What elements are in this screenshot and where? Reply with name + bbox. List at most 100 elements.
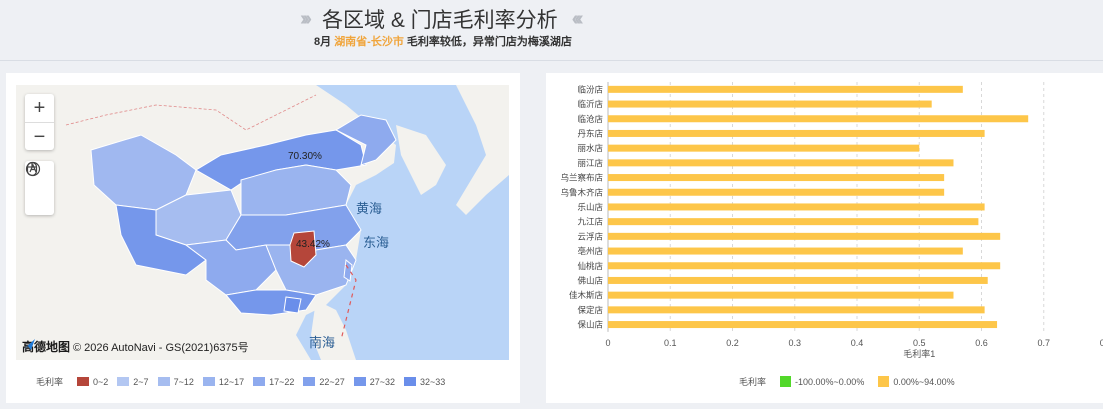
legend-label: 12~17	[218, 376, 245, 387]
legend-label: 7~12	[173, 376, 194, 387]
x-tick-label: 0	[605, 338, 610, 348]
bar[interactable]	[608, 306, 985, 314]
x-tick-label: 0.3	[788, 338, 801, 348]
bar-legend: 毛利率 -100.00%~0.00% 0.00%~94.00%	[739, 375, 964, 388]
y-tick-label: 保山店	[577, 320, 603, 330]
attribution-text: © 2026 AutoNavi - GS(2021)6375号	[73, 341, 249, 354]
sea-islands-land	[311, 300, 356, 360]
amap-logo-icon	[23, 339, 35, 350]
bar[interactable]	[608, 247, 963, 255]
bar-chart-panel: 00.10.20.30.40.50.60.70.8临汾店临沂店临沧店丹东店丽水店…	[546, 73, 1103, 403]
x-tick-label: 0.4	[851, 338, 864, 348]
y-tick-label: 佳木斯店	[569, 290, 604, 300]
map-legend-item[interactable]: 22~27	[303, 376, 345, 387]
legend-label: 22~27	[319, 376, 345, 387]
y-tick-label: 乐山店	[577, 202, 603, 212]
bar[interactable]	[608, 159, 954, 167]
province-hainan[interactable]	[283, 296, 302, 314]
bar[interactable]	[608, 174, 945, 182]
zoom-control: + −	[25, 94, 54, 150]
y-tick-label: 乌鲁木齐店	[560, 187, 603, 197]
bar[interactable]	[608, 100, 932, 108]
bar[interactable]	[608, 276, 988, 284]
legend-label: 17~22	[269, 376, 295, 387]
x-tick-label: 0.2	[726, 338, 739, 348]
map-legend-item[interactable]: 17~22	[253, 377, 294, 387]
legend-swatch	[403, 377, 416, 386]
bar-legend-title: 毛利率	[739, 377, 767, 387]
map-legend-item[interactable]: 12~17	[202, 376, 245, 387]
map-value-label: 43.42%	[296, 239, 330, 250]
zoom-in-button[interactable]: +	[25, 94, 54, 123]
subtitle-region: 湖南省-长沙市	[334, 36, 404, 48]
y-tick-label: 乌兰察布店	[560, 173, 603, 183]
bar[interactable]	[608, 218, 979, 226]
legend-label: -100.00%~0.00%	[795, 376, 865, 387]
bar[interactable]	[608, 262, 1001, 270]
legend-swatch	[117, 377, 130, 386]
bar-legend-item[interactable]: 0.00%~94.00%	[878, 376, 955, 387]
y-tick-label: 亳州店	[577, 246, 603, 256]
legend-swatch	[303, 377, 316, 386]
japan-land	[456, 85, 509, 215]
legend-swatch	[353, 377, 366, 386]
map-legend-item[interactable]: 32~33	[403, 376, 446, 387]
map-legend-item[interactable]: 0~2	[77, 377, 108, 387]
chevrons-left-icon: ‹‹‹	[571, 7, 584, 30]
y-tick-label: 丽江店	[577, 158, 603, 168]
mouse-mode-button[interactable]	[25, 161, 54, 215]
x-tick-label: 0.1	[664, 338, 677, 348]
region-map[interactable]: + − 70.30% 43.42% 黄海 东海 南海 高德地图 © 2026 A…	[16, 85, 509, 360]
legend-label: 27~32	[369, 376, 395, 387]
legend-swatch	[77, 377, 90, 386]
page-subtitle: 8月 湖南省-长沙市 毛利率较低，异常门店为梅溪湖店	[314, 33, 572, 49]
x-axis-label: 毛利率1	[903, 348, 935, 359]
bar[interactable]	[608, 144, 920, 152]
map-legend-item[interactable]: 27~32	[353, 376, 395, 387]
bar[interactable]	[608, 203, 985, 211]
sea-label-yellow: 黄海	[356, 201, 383, 216]
legend-swatch	[253, 377, 266, 386]
y-tick-label: 佛山店	[577, 275, 603, 285]
bar[interactable]	[608, 232, 1001, 240]
y-tick-label: 临汾店	[577, 84, 603, 94]
map-attribution: 高德地图 © 2026 AutoNavi - GS(2021)6375号	[22, 338, 249, 355]
bar[interactable]	[608, 291, 954, 299]
legend-label: 32~33	[419, 376, 446, 387]
legend-swatch	[878, 376, 890, 387]
bar[interactable]	[608, 321, 998, 329]
bar-chart: 00.10.20.30.40.50.60.70.8临汾店临沂店临沧店丹东店丽水店…	[560, 82, 1103, 359]
y-tick-label: 保定店	[577, 305, 603, 315]
chevrons-right-icon: ›››	[300, 7, 312, 30]
subtitle-text: 毛利率较低，异常门店为梅溪湖店	[406, 36, 572, 48]
sea-label-south: 南海	[309, 335, 336, 350]
legend-swatch	[780, 376, 792, 387]
bar-legend-item[interactable]: -100.00%~0.00%	[780, 376, 864, 387]
map-legend-item[interactable]: 2~7	[117, 376, 149, 387]
y-tick-label: 仙桃店	[577, 261, 603, 271]
bar[interactable]	[608, 188, 945, 196]
map-value-label: 70.30%	[288, 151, 322, 162]
y-tick-label: 临沂店	[577, 99, 603, 109]
bar[interactable]	[608, 85, 963, 93]
map-legend-item[interactable]: 7~12	[157, 376, 194, 387]
map-legend-title: 毛利率	[36, 377, 64, 387]
map-tools	[25, 161, 54, 215]
subtitle-month: 8月	[314, 36, 332, 48]
x-tick-label: 0.7	[1037, 338, 1050, 348]
legend-swatch	[157, 377, 170, 386]
zoom-out-button[interactable]: −	[25, 123, 54, 151]
bar[interactable]	[608, 129, 985, 137]
bar[interactable]	[608, 115, 1029, 123]
title-row: ››› 各区域 & 门店毛利率分析 ‹‹‹	[300, 6, 584, 33]
y-tick-label: 云浮店	[577, 231, 603, 241]
mouse-icon	[26, 161, 38, 177]
map-canvas	[16, 85, 509, 360]
y-tick-label: 临沧店	[577, 114, 603, 124]
legend-label: 2~7	[133, 376, 149, 387]
legend-label: 0~2	[93, 376, 109, 387]
page-title: 各区域 & 门店毛利率分析	[321, 9, 558, 32]
y-tick-label: 丽水店	[577, 143, 603, 153]
page-header: ››› 各区域 & 门店毛利率分析 ‹‹‹ 8月 湖南省-长沙市 毛利率较低，异…	[0, 0, 1103, 61]
map-legend: 毛利率 0~2 2~7 7~12 12~17 17~22 22~27 27~32…	[36, 375, 454, 388]
